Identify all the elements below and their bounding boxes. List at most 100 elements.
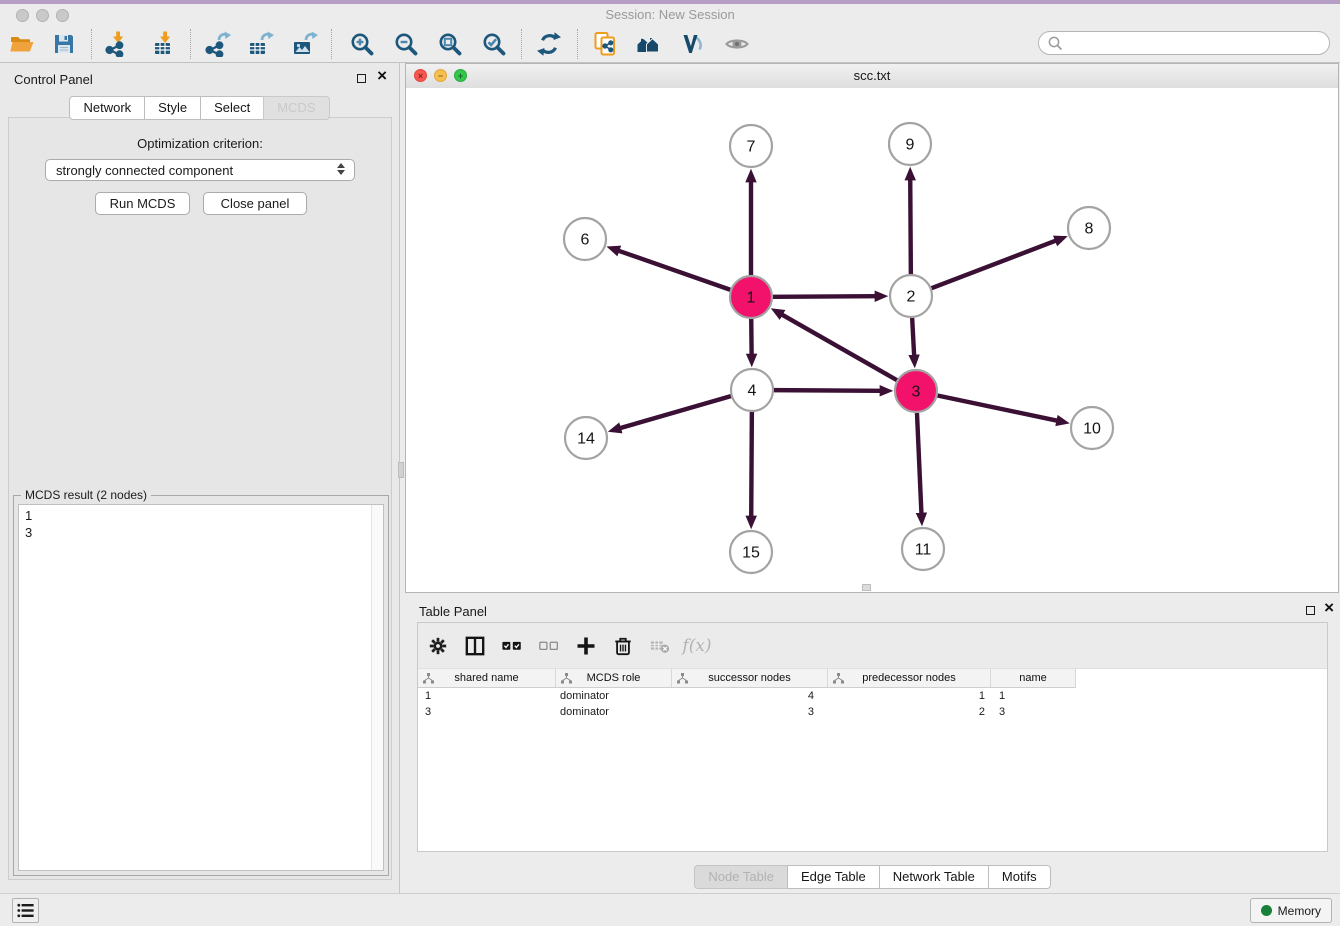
export-image-icon[interactable] [291,30,319,58]
table-toolbar: f(x) [418,623,1327,669]
mcds-result-group: MCDS result (2 nodes) 1 3 [13,495,389,876]
delete-column-icon[interactable] [613,634,633,658]
graph-node-7[interactable]: 7 [730,125,772,167]
new-network-from-selection-icon[interactable] [591,30,619,58]
tab-edge-table[interactable]: Edge Table [787,865,880,889]
graph-node-3[interactable]: 3 [895,370,937,412]
table-header-row: shared name MCDS role successor nodes pr… [418,669,1076,688]
graph-edge[interactable] [751,412,752,517]
graph-edge[interactable] [774,390,881,391]
graph-node-15[interactable]: 15 [730,531,772,573]
column-header-predecessor-nodes[interactable]: predecessor nodes [828,669,991,687]
graph-edge[interactable] [773,296,876,297]
tab-select[interactable]: Select [200,96,264,120]
close-panel-icon[interactable]: × [377,66,387,86]
export-table-icon[interactable] [247,30,275,58]
graph-node-14[interactable]: 14 [565,417,607,459]
graph-edge[interactable] [932,240,1057,288]
graph-edge[interactable] [938,396,1058,421]
graph-node-11[interactable]: 11 [902,528,944,570]
criterion-value: strongly connected component [56,163,233,178]
toolbar-separator [190,29,191,59]
tab-mcds[interactable]: MCDS [263,96,329,120]
criterion-select[interactable]: strongly connected component [45,159,355,181]
run-mcds-button[interactable]: Run MCDS [95,192,190,215]
network-canvas[interactable]: 7 9 6 8 1 2 4 3 14 10 15 11 [406,88,1338,592]
table-settings-icon[interactable] [428,634,448,658]
float-panel-icon[interactable] [357,74,366,83]
zoom-out-icon[interactable] [392,30,420,58]
zoom-in-icon[interactable] [348,30,376,58]
column-type-icon [677,673,688,684]
graph-edge[interactable] [620,396,731,428]
svg-text:11: 11 [915,542,932,559]
zoom-fit-icon[interactable] [436,30,464,58]
svg-text:1: 1 [747,290,756,307]
tab-motifs[interactable]: Motifs [988,865,1051,889]
delete-table-icon [650,634,670,658]
graph-edge[interactable] [781,314,896,380]
titlebar: Session: New Session [0,4,1340,26]
column-header-successor-nodes[interactable]: successor nodes [672,669,828,687]
tab-network[interactable]: Network [69,96,145,120]
network-window-titlebar[interactable]: × − + scc.txt [406,64,1338,89]
search-input[interactable] [1063,36,1329,50]
svg-text:9: 9 [906,137,915,154]
task-history-button[interactable] [12,898,39,923]
column-header-mcds-role[interactable]: MCDS role [556,669,672,687]
svg-text:7: 7 [747,139,756,156]
toolbar-separator [577,29,578,59]
column-type-icon [561,673,572,684]
network-graph[interactable]: 7 9 6 8 1 2 4 3 14 10 15 11 [406,88,1338,592]
show-hide-view-icon[interactable] [723,30,751,58]
table-row[interactable]: 1 dominator 4 1 1 [418,688,1327,704]
column-view-icon[interactable] [465,634,485,658]
graph-node-4[interactable]: 4 [731,369,773,411]
save-session-icon[interactable] [50,30,78,58]
graph-edge[interactable] [618,251,730,290]
open-file-icon[interactable] [8,30,36,58]
splitter-grip[interactable] [398,462,404,478]
column-header-shared-name[interactable]: shared name [418,669,556,687]
graph-node-2[interactable]: 2 [890,275,932,317]
search-box[interactable] [1038,31,1330,55]
control-panel-title: Control Panel [14,72,93,87]
app-window: Session: New Session [0,0,1340,926]
graph-edge[interactable] [910,179,911,274]
graph-node-10[interactable]: 10 [1071,407,1113,449]
unselect-all-columns-icon[interactable] [539,634,559,658]
graph-edge[interactable] [917,413,921,514]
tab-style[interactable]: Style [144,96,201,120]
tab-node-table[interactable]: Node Table [694,865,788,889]
control-panel-tabs: Network Style Select MCDS [0,96,399,120]
close-panel-icon[interactable]: × [1324,598,1334,618]
apply-layout-icon[interactable] [535,30,563,58]
column-header-name[interactable]: name [991,669,1075,687]
close-panel-button[interactable]: Close panel [203,192,307,215]
float-panel-icon[interactable] [1306,606,1315,615]
zoom-selected-icon[interactable] [480,30,508,58]
graph-edge[interactable] [912,318,914,356]
nested-network-icon[interactable] [634,30,662,58]
status-bar: Memory [0,893,1340,926]
mcds-result-text[interactable]: 1 3 [18,504,384,871]
tab-network-table[interactable]: Network Table [879,865,989,889]
session-title: Session: New Session [0,7,1340,22]
select-stepper-icon [337,163,345,175]
result-scrollbar[interactable] [371,505,383,870]
memory-button[interactable]: Memory [1250,898,1332,923]
graph-node-8[interactable]: 8 [1068,207,1110,249]
graph-node-6[interactable]: 6 [564,218,606,260]
add-column-icon[interactable] [576,634,596,658]
select-all-columns-icon[interactable] [502,634,522,658]
splitter-grip[interactable] [862,584,871,591]
graph-node-9[interactable]: 9 [889,123,931,165]
table-panel-title: Table Panel [419,604,487,619]
import-table-icon[interactable] [151,30,179,58]
import-network-icon[interactable] [104,30,132,58]
graph-node-1[interactable]: 1 [730,276,772,318]
export-network-icon[interactable] [204,30,232,58]
vizmapper-icon[interactable] [678,30,706,58]
toolbar-separator [521,29,522,59]
table-row[interactable]: 3 dominator 3 2 3 [418,704,1327,720]
